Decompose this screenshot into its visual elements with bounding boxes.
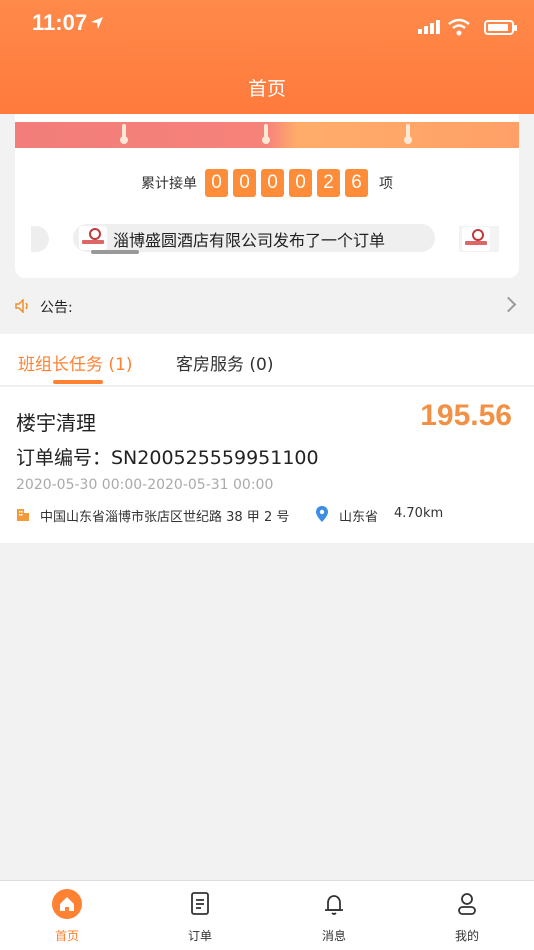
ribbon-pin	[262, 122, 270, 148]
marquee-next-item	[459, 226, 499, 252]
counter-digit: 2	[317, 169, 340, 197]
user-icon	[458, 893, 476, 915]
tabbar-item-orders[interactable]: 订单	[160, 889, 240, 944]
tabbar-label: 我的	[454, 929, 479, 943]
ribbon-pin	[120, 122, 128, 148]
home-icon	[52, 889, 82, 919]
counter-digit: 0	[233, 169, 256, 197]
marquee-text: 淄博盛圆酒店有限公司发布了一个订单	[113, 231, 386, 250]
active-tab-indicator	[53, 380, 103, 384]
counter-digit: 0	[289, 169, 312, 197]
task-tabs: 班组长任务 (1) 客房服务 (0)	[0, 334, 534, 386]
notice-bar[interactable]: 公告:	[0, 290, 534, 324]
wifi-icon	[448, 18, 470, 36]
chevron-right-icon[interactable]	[500, 296, 517, 313]
bottom-tab-bar: 首页 订单 消息 我的	[0, 880, 534, 950]
top-header: 11:07 首页	[0, 0, 534, 114]
tabbar-label: 订单	[187, 929, 212, 943]
marquee-prev-item	[31, 226, 49, 252]
signal-icon	[418, 20, 440, 34]
order-name: 楼宇清理	[16, 411, 96, 435]
hotel-logo-icon	[79, 226, 107, 250]
order-province: 山东省	[339, 510, 379, 525]
order-address: 中国山东省淄博市张店区世纪路 38 甲 2 号	[40, 510, 290, 525]
location-pin-icon	[316, 506, 328, 522]
order-list-icon	[191, 892, 209, 915]
order-counter: 累计接单 0 0 0 0 2 6 项	[15, 168, 519, 198]
decorative-ribbon	[15, 122, 519, 148]
order-marquee[interactable]: 淄博盛圆酒店有限公司发布了一个订单	[15, 224, 519, 254]
counter-digit: 0	[261, 169, 284, 197]
speaker-icon	[15, 299, 28, 313]
battery-icon	[484, 20, 517, 35]
page-title: 首页	[247, 78, 286, 100]
hotel-logo-icon	[462, 227, 490, 251]
counter-digit: 0	[205, 169, 228, 197]
building-icon	[17, 509, 29, 521]
tab-team-leader-tasks[interactable]: 班组长任务 (1)	[18, 350, 132, 375]
counter-suffix: 项	[379, 176, 393, 192]
marquee-item[interactable]: 淄博盛圆酒店有限公司发布了一个订单	[73, 224, 435, 252]
tabbar-label: 首页	[54, 929, 79, 943]
bell-icon	[325, 895, 343, 915]
order-price: 195.56	[420, 399, 512, 432]
marquee-indicator	[91, 250, 139, 254]
location-arrow-icon	[91, 17, 103, 29]
tab-room-service[interactable]: 客房服务 (0)	[176, 350, 273, 375]
counter-digit: 6	[345, 169, 368, 197]
order-distance: 4.70km	[394, 506, 444, 521]
order-card[interactable]: 楼宇清理 195.56 订单编号：SN200525559951100 2020-…	[0, 387, 534, 543]
ribbon-pin	[404, 122, 412, 148]
notice-label: 公告:	[40, 300, 73, 316]
tabbar-item-home[interactable]: 首页	[27, 889, 107, 944]
stats-card: 累计接单 0 0 0 0 2 6 项 淄博盛圆酒店有限公司发布了一个订单	[15, 114, 519, 278]
counter-label: 累计接单	[141, 176, 197, 192]
status-time: 11:07	[32, 10, 88, 35]
tabbar-item-messages[interactable]: 消息	[294, 889, 374, 944]
tabbar-label: 消息	[321, 929, 346, 943]
order-number: 订单编号：SN200525559951100	[16, 447, 319, 469]
tabbar-item-profile[interactable]: 我的	[427, 889, 507, 944]
order-address-row: 中国山东省淄博市张店区世纪路 38 甲 2 号 山东省 4.70km	[16, 505, 526, 525]
status-bar: 11:07	[0, 8, 534, 38]
order-time-range: 2020-05-30 00:00-2020-05-31 00:00	[16, 477, 274, 493]
